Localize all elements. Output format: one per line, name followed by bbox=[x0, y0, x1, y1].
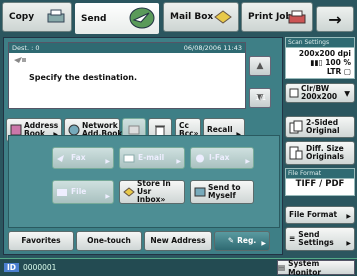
next-tab-button[interactable]: → bbox=[316, 6, 354, 32]
tab-print-job[interactable]: Print Job bbox=[241, 2, 313, 32]
favorites-button[interactable]: Favorites bbox=[8, 231, 74, 251]
inbox-icon bbox=[123, 187, 135, 197]
destination-message: Specify the destination. bbox=[29, 73, 137, 82]
color-mode-dropdown[interactable]: Clr/BW 200x200 ▼ bbox=[285, 83, 355, 103]
tab-send[interactable]: Send bbox=[74, 2, 160, 35]
density-icon: ▮▮▯ bbox=[310, 58, 326, 67]
mailbox-icon bbox=[213, 8, 233, 26]
scroll-up-button[interactable]: ▲ bbox=[249, 56, 271, 76]
paper-value: LTR bbox=[326, 67, 342, 76]
scan-settings-header: Scan Settings bbox=[285, 37, 355, 47]
file-format-summary: File Format TIFF / PDF bbox=[285, 168, 355, 196]
tab-copy[interactable]: Copy bbox=[2, 2, 72, 32]
paper-orientation-icon: ▢ bbox=[343, 67, 351, 76]
send-to-myself-button[interactable]: Send to Myself bbox=[190, 180, 254, 204]
fax-button[interactable]: Fax ▶ bbox=[52, 147, 114, 169]
chevron-right-icon: ▶ bbox=[105, 158, 110, 165]
diff-size-icon bbox=[289, 146, 303, 160]
diff-size-originals-button[interactable]: Diff. Size Originals bbox=[285, 141, 355, 165]
triangle-up-icon: ▲ bbox=[256, 61, 264, 71]
printer-icon bbox=[287, 8, 307, 26]
two-sided-original-button[interactable]: 2-Sided Original bbox=[285, 116, 355, 138]
fax-icon bbox=[56, 154, 68, 163]
pencil-icon: ✎ bbox=[227, 236, 235, 245]
datetime: 06/08/2006 11:43 bbox=[183, 44, 242, 52]
id-badge: ID bbox=[4, 263, 20, 272]
register-button[interactable]: ✎ Reg. ▶ bbox=[214, 231, 270, 251]
send-settings-button[interactable]: ≡ Send Settings ▶ bbox=[285, 227, 355, 251]
color-mode-icon bbox=[289, 88, 299, 98]
status-bar: ID 0000001 ▤ System Monitor bbox=[0, 258, 357, 276]
ratio-value: 100 % bbox=[325, 58, 351, 67]
settings-panel: Scan Settings 200x200 dpi ▮▮▯ 100 % LTR … bbox=[285, 37, 355, 255]
monitor-icon: ▤ bbox=[278, 263, 286, 272]
send-screen: Copy Send Mail Box Print Job → Dest. : 0… bbox=[0, 0, 357, 276]
copier-icon bbox=[46, 8, 66, 26]
system-monitor-button[interactable]: ▤ System Monitor bbox=[277, 259, 355, 276]
page-indicator: 1/1 bbox=[255, 94, 267, 102]
send-icon bbox=[129, 7, 155, 29]
envelope-icon bbox=[123, 154, 135, 163]
destination-panel: Dest. : 0 06/08/2006 11:43 Specify the d… bbox=[3, 37, 283, 255]
chevron-right-icon: ▶ bbox=[261, 240, 266, 247]
destination-list[interactable]: Dest. : 0 06/08/2006 11:43 Specify the d… bbox=[8, 42, 246, 109]
chevron-right-icon: ▶ bbox=[245, 158, 250, 165]
destination-count: 0 bbox=[35, 44, 40, 52]
chevron-down-icon: ▼ bbox=[344, 89, 350, 98]
send-myself-icon bbox=[194, 187, 206, 197]
store-in-user-inbox-button[interactable]: Store In Usr Inbox» bbox=[119, 180, 185, 204]
destination-header: Dest. : 0 06/08/2006 11:43 bbox=[9, 43, 245, 53]
file-format-button[interactable]: File Format ▶ bbox=[285, 206, 355, 224]
chevron-right-icon: ▶ bbox=[105, 193, 110, 200]
arrow-right-icon: → bbox=[328, 9, 342, 29]
file-button[interactable]: File ▶ bbox=[52, 180, 114, 204]
chevron-right-icon: ▶ bbox=[346, 240, 351, 247]
send-type-area: Fax ▶ E-mail ▶ I-Fax ▶ File ▶ Store In U… bbox=[8, 135, 280, 228]
chevron-right-icon: ▶ bbox=[176, 158, 181, 165]
file-format-value: TIFF / PDF bbox=[285, 178, 355, 196]
email-button[interactable]: E-mail ▶ bbox=[119, 147, 185, 169]
folder-icon bbox=[56, 187, 68, 197]
department-id: 0000001 bbox=[23, 263, 57, 272]
destination-icon bbox=[13, 56, 27, 64]
scan-settings-summary[interactable]: 200x200 dpi ▮▮▯ 100 % LTR ▢ bbox=[285, 47, 355, 79]
one-touch-button[interactable]: One-touch bbox=[76, 231, 142, 251]
new-address-button[interactable]: New Address bbox=[144, 231, 212, 251]
send-settings-icon: ≡ bbox=[289, 234, 296, 243]
ifax-button[interactable]: I-Fax ▶ bbox=[190, 147, 254, 169]
tab-mailbox[interactable]: Mail Box bbox=[163, 2, 239, 32]
resolution-value: 200x200 dpi bbox=[298, 49, 351, 58]
chevron-right-icon: ▶ bbox=[346, 213, 351, 220]
ifax-icon bbox=[194, 154, 206, 163]
two-sided-icon bbox=[289, 120, 303, 134]
